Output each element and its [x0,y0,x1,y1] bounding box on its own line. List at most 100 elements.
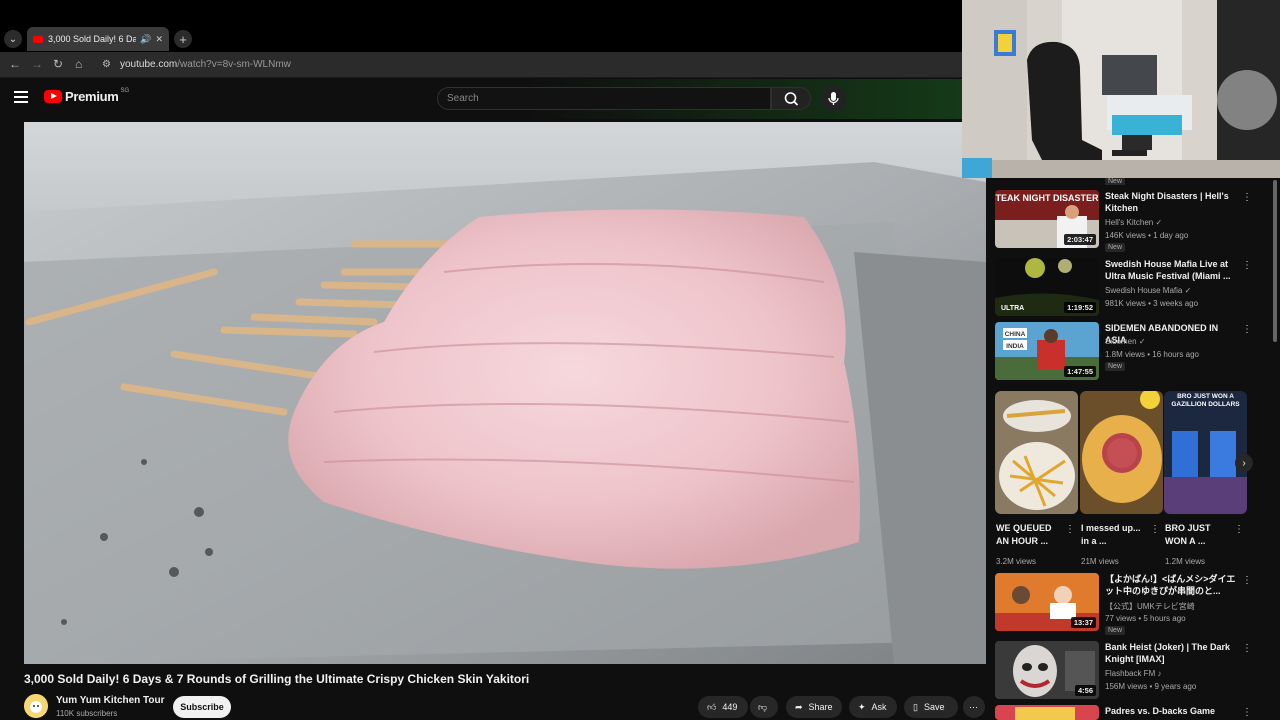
recommendation-item[interactable]: STEAK NIGHT DISASTERS 2:03:47 Steak Nigh… [995,190,1267,258]
video-title: Steak Night Disasters | Hell's Kitchen [1105,191,1229,213]
share-icon: ➦ [795,701,803,712]
tab-title: 3,000 Sold Daily! 6 Days & [48,34,137,44]
forward-icon[interactable]: → [31,57,43,71]
video-duration: 1:47:55 [1064,366,1096,377]
address-bar: ← → ↻ ⌂ ⚙ youtube.com/watch?v=8v-sm-WLNm… [0,52,962,78]
short-item[interactable]: BRO JUST WON A GAZILLION DOLLARS BRO JUS… [1164,391,1247,566]
more-vertical-icon[interactable]: ⋮ [1234,524,1244,535]
new-badge: New [1105,178,1126,185]
close-tab-icon[interactable]: ✕ [155,34,163,45]
search-input[interactable]: Search [437,87,771,110]
more-vertical-icon[interactable]: ⋮ [1065,524,1075,535]
video-thumbnail[interactable]: 4:56 [995,641,1099,699]
thumbnail-text: CHINA [1005,331,1026,338]
save-button[interactable]: ▯ Save [904,696,958,718]
back-icon[interactable]: ← [9,57,21,71]
video-thumbnail[interactable]: STEAK NIGHT DISASTERS 2:03:47 [995,190,1099,248]
site-info-icon[interactable]: ⚙ [102,59,111,70]
new-badge: New [1105,626,1126,635]
short-thumbnail[interactable] [995,391,1078,514]
more-vertical-icon[interactable]: ⋮ [1242,192,1252,203]
reload-icon[interactable]: ↻ [53,57,63,71]
subscribe-button[interactable]: Subscribe [173,696,231,718]
subscriber-count: 110K subscribers [56,709,118,718]
short-thumbnail[interactable]: BRO JUST WON A GAZILLION DOLLARS [1164,391,1247,514]
video-thumbnail[interactable] [995,705,1099,720]
bookmark-icon: ▯ [913,701,918,712]
video-duration: 4:56 [1074,685,1096,696]
video-title: Padres vs. D-backs Game [1105,706,1216,716]
youtube-logo-icon [44,90,62,103]
menu-icon[interactable] [14,91,28,106]
webcam-overlay [962,0,1280,178]
more-vertical-icon[interactable]: ⋮ [1242,575,1252,586]
chevron-right-icon[interactable]: › [1235,454,1253,472]
more-vertical-icon[interactable]: ⋮ [1242,643,1252,654]
video-thumbnail[interactable]: 13:37 [995,573,1099,631]
channel-name: Hell's Kitchen ✓ [1105,218,1163,227]
url-field[interactable]: youtube.com/watch?v=8v-sm-WLNmw [120,59,291,70]
recommendation-item[interactable]: Padres vs. D-backs Game ⋮ [995,705,1267,720]
share-button[interactable]: ➦ Share [786,696,842,718]
youtube-premium-logo[interactable]: Premium SG [44,88,129,104]
video-frame-image [24,122,986,664]
thumbnail-text: BRO JUST WON A GAZILLION DOLLARS [1171,393,1240,408]
more-vertical-icon[interactable]: ⋮ [1242,707,1252,718]
short-item[interactable]: I messed up... in a ... 21M views ⋮ [1080,391,1163,566]
more-vertical-icon[interactable]: ⋮ [1242,324,1252,335]
short-views: 21M views [1081,557,1119,566]
video-meta: 156M views • 9 years ago [1105,682,1197,691]
verified-icon: ✓ [1184,286,1192,295]
browser-tab-active[interactable]: 3,000 Sold Daily! 6 Days & 🔊 ✕ [27,27,169,51]
recommendation-item[interactable]: ULTRA 1:19:52 Swedish House Mafia Live a… [995,258,1267,320]
channel-name: Swedish House Mafia ✓ [1105,286,1192,295]
new-badge: New [1105,243,1126,252]
thumbs-down-icon: 👎︎ [758,701,768,712]
recommendation-item[interactable]: 13:37 【よかばん!】<ばんメシ>ダイエット中のゆきぴが串間のと... 【公… [995,573,1267,635]
short-views: 3.2M views [996,557,1037,566]
video-duration: 2:03:47 [1064,234,1096,245]
video-thumbnail[interactable]: CHINA INDIA 1:47:55 [995,322,1099,380]
recommendation-item[interactable]: CHINA INDIA 1:47:55 SIDEMEN ABANDONED IN … [995,322,1267,384]
channel-name[interactable]: Yum Yum Kitchen Tour [56,695,165,706]
new-tab-button[interactable]: + [174,30,192,48]
video-player[interactable] [24,122,986,664]
home-icon[interactable]: ⌂ [75,57,82,71]
video-title: 3,000 Sold Daily! 6 Days & 7 Rounds of G… [24,672,530,686]
ask-button[interactable]: ✦ Ask [849,696,897,718]
short-item[interactable]: WE QUEUED AN HOUR ... 3.2M views ⋮ [995,391,1078,566]
short-thumbnail[interactable] [1080,391,1163,514]
more-actions-button[interactable]: ⋯ [963,696,985,718]
channel-name: Flashback FM ♪ [1105,669,1162,678]
microphone-icon [828,92,839,105]
recommendation-item[interactable]: 4:56 Bank Heist (Joker) | The Dark Knigh… [995,641,1267,703]
voice-search-button[interactable] [821,86,846,111]
channel-avatar[interactable] [24,694,48,718]
thumbnail-text: STEAK NIGHT DISASTERS [995,193,1099,203]
search-button[interactable] [771,87,811,110]
video-meta: 146K views • 1 day ago [1105,231,1189,240]
search-icon [784,92,799,106]
short-title: WE QUEUED AN HOUR ... [996,523,1052,546]
thumbnail-text: ULTRA [1001,305,1024,312]
dislike-button[interactable]: 👎︎ [750,696,778,718]
like-button[interactable]: 👍︎ 449 [698,696,748,718]
browser-tabstrip: ⌄ 3,000 Sold Daily! 6 Days & 🔊 ✕ + [0,0,962,52]
more-vertical-icon[interactable]: ⋮ [1242,260,1252,271]
more-vertical-icon[interactable]: ⋮ [1150,524,1160,535]
video-title: 【よかばん!】<ばんメシ>ダイエット中のゆきぴが串間のと... [1105,574,1236,596]
video-title: Bank Heist (Joker) | The Dark Knight [IM… [1105,642,1231,664]
sidebar-scrollbar[interactable] [1273,180,1277,342]
short-title: BRO JUST WON A ... [1165,523,1211,546]
tab-search-button[interactable]: ⌄ [4,30,22,48]
verified-icon: ✓ [1155,218,1163,227]
video-duration: 13:37 [1070,617,1096,628]
thumbs-up-icon: 👍︎ [707,701,717,712]
video-meta: 981K views • 3 weeks ago [1105,299,1199,308]
more-horizontal-icon: ⋯ [969,701,978,712]
thumbnail-text: INDIA [1006,343,1024,350]
verified-icon: ✓ [1138,337,1146,346]
video-thumbnail[interactable]: ULTRA 1:19:52 [995,258,1099,316]
video-meta: 77 views • 5 hours ago [1105,614,1186,623]
speaker-icon[interactable]: 🔊 [140,34,151,45]
